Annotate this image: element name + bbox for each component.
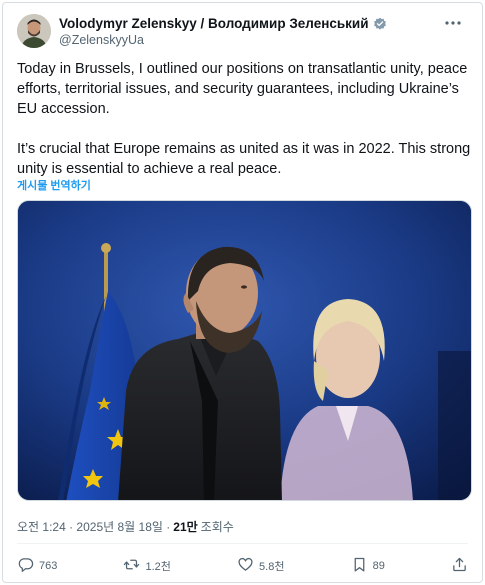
action-bar: 763 1.2천 5.8천 89: [17, 556, 468, 576]
tweet-paragraph-1: Today in Brussels, I outlined our positi…: [17, 61, 468, 117]
tweet-header: Volodymyr Zelenskyy / Володимир Зеленськ…: [17, 12, 468, 52]
translate-post-link[interactable]: 게시물 번역하기: [17, 177, 91, 193]
reply-icon: [17, 556, 34, 576]
tweet-photo[interactable]: [17, 200, 472, 501]
like-button[interactable]: 5.8천: [237, 556, 284, 576]
bookmark-button[interactable]: 89: [351, 556, 385, 576]
timestamp[interactable]: 오전 1:24 · 2025년 8월 18일 ·: [17, 518, 170, 535]
reply-button[interactable]: 763: [17, 556, 57, 576]
like-icon: [237, 556, 254, 576]
views-label: 조회수: [200, 520, 234, 534]
like-count: 5.8천: [259, 561, 285, 573]
avatar[interactable]: [17, 14, 51, 48]
divider: [17, 543, 468, 544]
handle[interactable]: @ZelenskyyUa: [59, 33, 387, 47]
reply-count: 763: [39, 560, 58, 572]
repost-button[interactable]: 1.2천: [123, 556, 171, 576]
bookmark-count: 89: [372, 560, 385, 572]
tweet-meta: 오전 1:24 · 2025년 8월 18일 · 21만 조회수: [17, 518, 234, 535]
share-icon: [451, 556, 468, 576]
share-button[interactable]: [451, 556, 468, 576]
tweet-text: Today in Brussels, I outlined our positi…: [17, 59, 473, 179]
display-name[interactable]: Volodymyr Zelenskyy / Володимир Зеленськ…: [59, 16, 369, 31]
views-count: 21만: [173, 520, 198, 534]
repost-icon: [123, 556, 140, 576]
verified-badge-icon[interactable]: [373, 17, 387, 31]
repost-count: 1.2천: [145, 561, 171, 573]
tweet-card: Volodymyr Zelenskyy / Володимир Зеленськ…: [2, 2, 483, 583]
tweet-paragraph-2: It’s crucial that Europe remains as unit…: [17, 141, 471, 177]
more-icon[interactable]: [442, 14, 464, 32]
bookmark-icon: [351, 556, 368, 576]
